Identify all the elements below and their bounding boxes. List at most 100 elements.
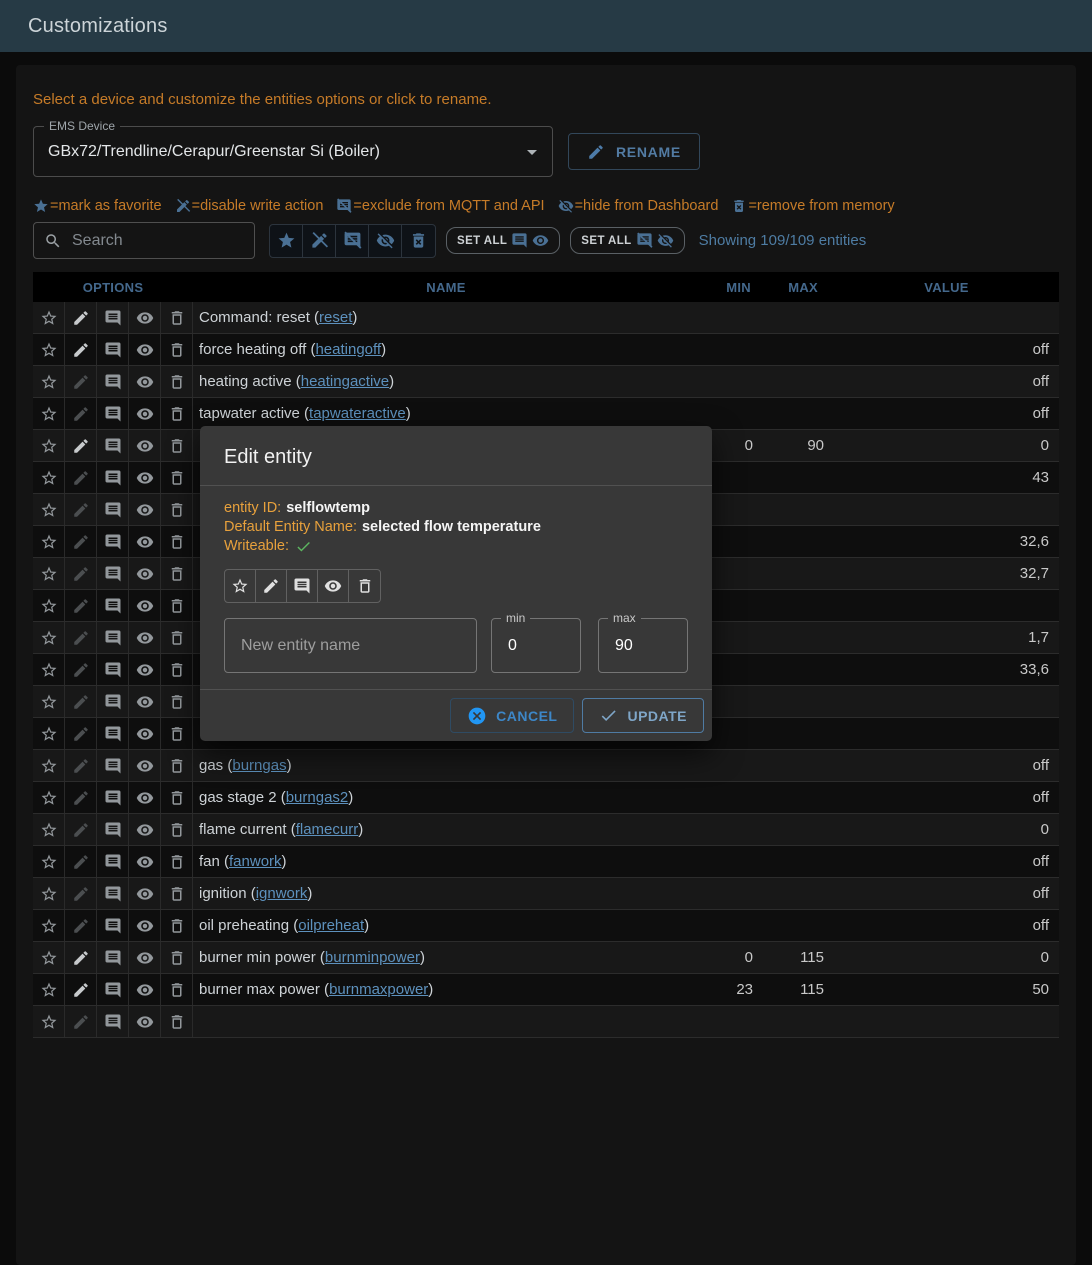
visibility-icon[interactable]	[129, 686, 161, 717]
edit-icon[interactable]	[65, 558, 97, 589]
set-all-hide-button[interactable]: SET ALL	[570, 227, 684, 254]
cancel-button[interactable]: CANCEL	[450, 698, 574, 733]
edit-icon[interactable]	[65, 590, 97, 621]
filter-delete-forever[interactable]	[402, 225, 435, 257]
edit-icon[interactable]	[65, 782, 97, 813]
update-button[interactable]: UPDATE	[582, 698, 704, 733]
filter-comment-off[interactable]	[336, 225, 369, 257]
mqtt-exclude-icon[interactable]	[97, 1006, 129, 1037]
entity-shortname-link[interactable]: burnmaxpower	[329, 981, 428, 998]
delete-icon[interactable]	[161, 942, 193, 973]
remove-toggle[interactable]	[349, 570, 380, 602]
visibility-icon[interactable]	[129, 334, 161, 365]
max-field[interactable]: max	[598, 618, 688, 673]
favorite-icon[interactable]	[33, 654, 65, 685]
visibility-icon[interactable]	[129, 558, 161, 589]
favorite-icon[interactable]	[33, 494, 65, 525]
visibility-icon[interactable]	[129, 942, 161, 973]
min-input[interactable]	[506, 636, 566, 656]
favorite-icon[interactable]	[33, 1006, 65, 1037]
entity-shortname-link[interactable]: ignwork	[256, 885, 308, 902]
delete-icon[interactable]	[161, 750, 193, 781]
search-box[interactable]	[33, 222, 255, 259]
favorite-icon[interactable]	[33, 910, 65, 941]
visibility-icon[interactable]	[129, 366, 161, 397]
visibility-icon[interactable]	[129, 910, 161, 941]
entity-shortname-link[interactable]: heatingactive	[301, 373, 389, 390]
set-all-show-button[interactable]: SET ALL	[446, 227, 560, 254]
mqtt-exclude-icon[interactable]	[97, 558, 129, 589]
new-entity-name-field[interactable]	[224, 618, 477, 673]
entity-shortname-link[interactable]: oilpreheat	[298, 917, 364, 934]
edit-icon[interactable]	[65, 398, 97, 429]
min-field[interactable]: min	[491, 618, 581, 673]
mqtt-exclude-icon[interactable]	[97, 398, 129, 429]
delete-icon[interactable]	[161, 302, 193, 333]
filter-pencil-off[interactable]	[303, 225, 336, 257]
favorite-icon[interactable]	[33, 942, 65, 973]
visibility-icon[interactable]	[129, 718, 161, 749]
favorite-icon[interactable]	[33, 558, 65, 589]
delete-icon[interactable]	[161, 558, 193, 589]
mqtt-exclude-icon[interactable]	[97, 942, 129, 973]
mqtt-exclude-toggle[interactable]	[287, 570, 318, 602]
delete-icon[interactable]	[161, 526, 193, 557]
delete-icon[interactable]	[161, 398, 193, 429]
new-entity-name-input[interactable]	[239, 636, 462, 656]
delete-icon[interactable]	[161, 846, 193, 877]
mqtt-exclude-icon[interactable]	[97, 526, 129, 557]
entity-shortname-link[interactable]: flamecurr	[296, 821, 359, 838]
entity-shortname-link[interactable]: heatingoff	[315, 341, 381, 358]
favorite-icon[interactable]	[33, 302, 65, 333]
favorite-icon[interactable]	[33, 366, 65, 397]
ems-device-select[interactable]: EMS Device GBx72/Trendline/Cerapur/Green…	[33, 126, 553, 177]
mqtt-exclude-icon[interactable]	[97, 494, 129, 525]
favorite-icon[interactable]	[33, 398, 65, 429]
write-toggle[interactable]	[256, 570, 287, 602]
edit-icon[interactable]	[65, 750, 97, 781]
favorite-icon[interactable]	[33, 846, 65, 877]
favorite-icon[interactable]	[33, 878, 65, 909]
max-input[interactable]	[613, 636, 673, 656]
delete-icon[interactable]	[161, 782, 193, 813]
edit-icon[interactable]	[65, 430, 97, 461]
delete-icon[interactable]	[161, 686, 193, 717]
visibility-toggle[interactable]	[318, 570, 349, 602]
mqtt-exclude-icon[interactable]	[97, 878, 129, 909]
favorite-icon[interactable]	[33, 334, 65, 365]
visibility-icon[interactable]	[129, 846, 161, 877]
favorite-icon[interactable]	[33, 718, 65, 749]
edit-icon[interactable]	[65, 622, 97, 653]
mqtt-exclude-icon[interactable]	[97, 590, 129, 621]
favorite-icon[interactable]	[33, 622, 65, 653]
mqtt-exclude-icon[interactable]	[97, 654, 129, 685]
filter-star-filled[interactable]	[270, 225, 303, 257]
mqtt-exclude-icon[interactable]	[97, 846, 129, 877]
visibility-icon[interactable]	[129, 494, 161, 525]
delete-icon[interactable]	[161, 718, 193, 749]
search-input[interactable]	[70, 231, 244, 251]
mqtt-exclude-icon[interactable]	[97, 782, 129, 813]
favorite-icon[interactable]	[33, 430, 65, 461]
edit-icon[interactable]	[65, 718, 97, 749]
visibility-icon[interactable]	[129, 302, 161, 333]
edit-icon[interactable]	[65, 686, 97, 717]
edit-icon[interactable]	[65, 878, 97, 909]
visibility-icon[interactable]	[129, 878, 161, 909]
entity-shortname-link[interactable]: burngas2	[286, 789, 349, 806]
delete-icon[interactable]	[161, 1006, 193, 1037]
favorite-icon[interactable]	[33, 686, 65, 717]
edit-icon[interactable]	[65, 366, 97, 397]
delete-icon[interactable]	[161, 814, 193, 845]
visibility-icon[interactable]	[129, 622, 161, 653]
mqtt-exclude-icon[interactable]	[97, 814, 129, 845]
delete-icon[interactable]	[161, 910, 193, 941]
mqtt-exclude-icon[interactable]	[97, 910, 129, 941]
entity-shortname-link[interactable]: burnminpower	[325, 949, 420, 966]
visibility-icon[interactable]	[129, 782, 161, 813]
entity-shortname-link[interactable]: tapwateractive	[309, 405, 406, 422]
mqtt-exclude-icon[interactable]	[97, 462, 129, 493]
favorite-icon[interactable]	[33, 590, 65, 621]
edit-icon[interactable]	[65, 462, 97, 493]
favorite-icon[interactable]	[33, 526, 65, 557]
